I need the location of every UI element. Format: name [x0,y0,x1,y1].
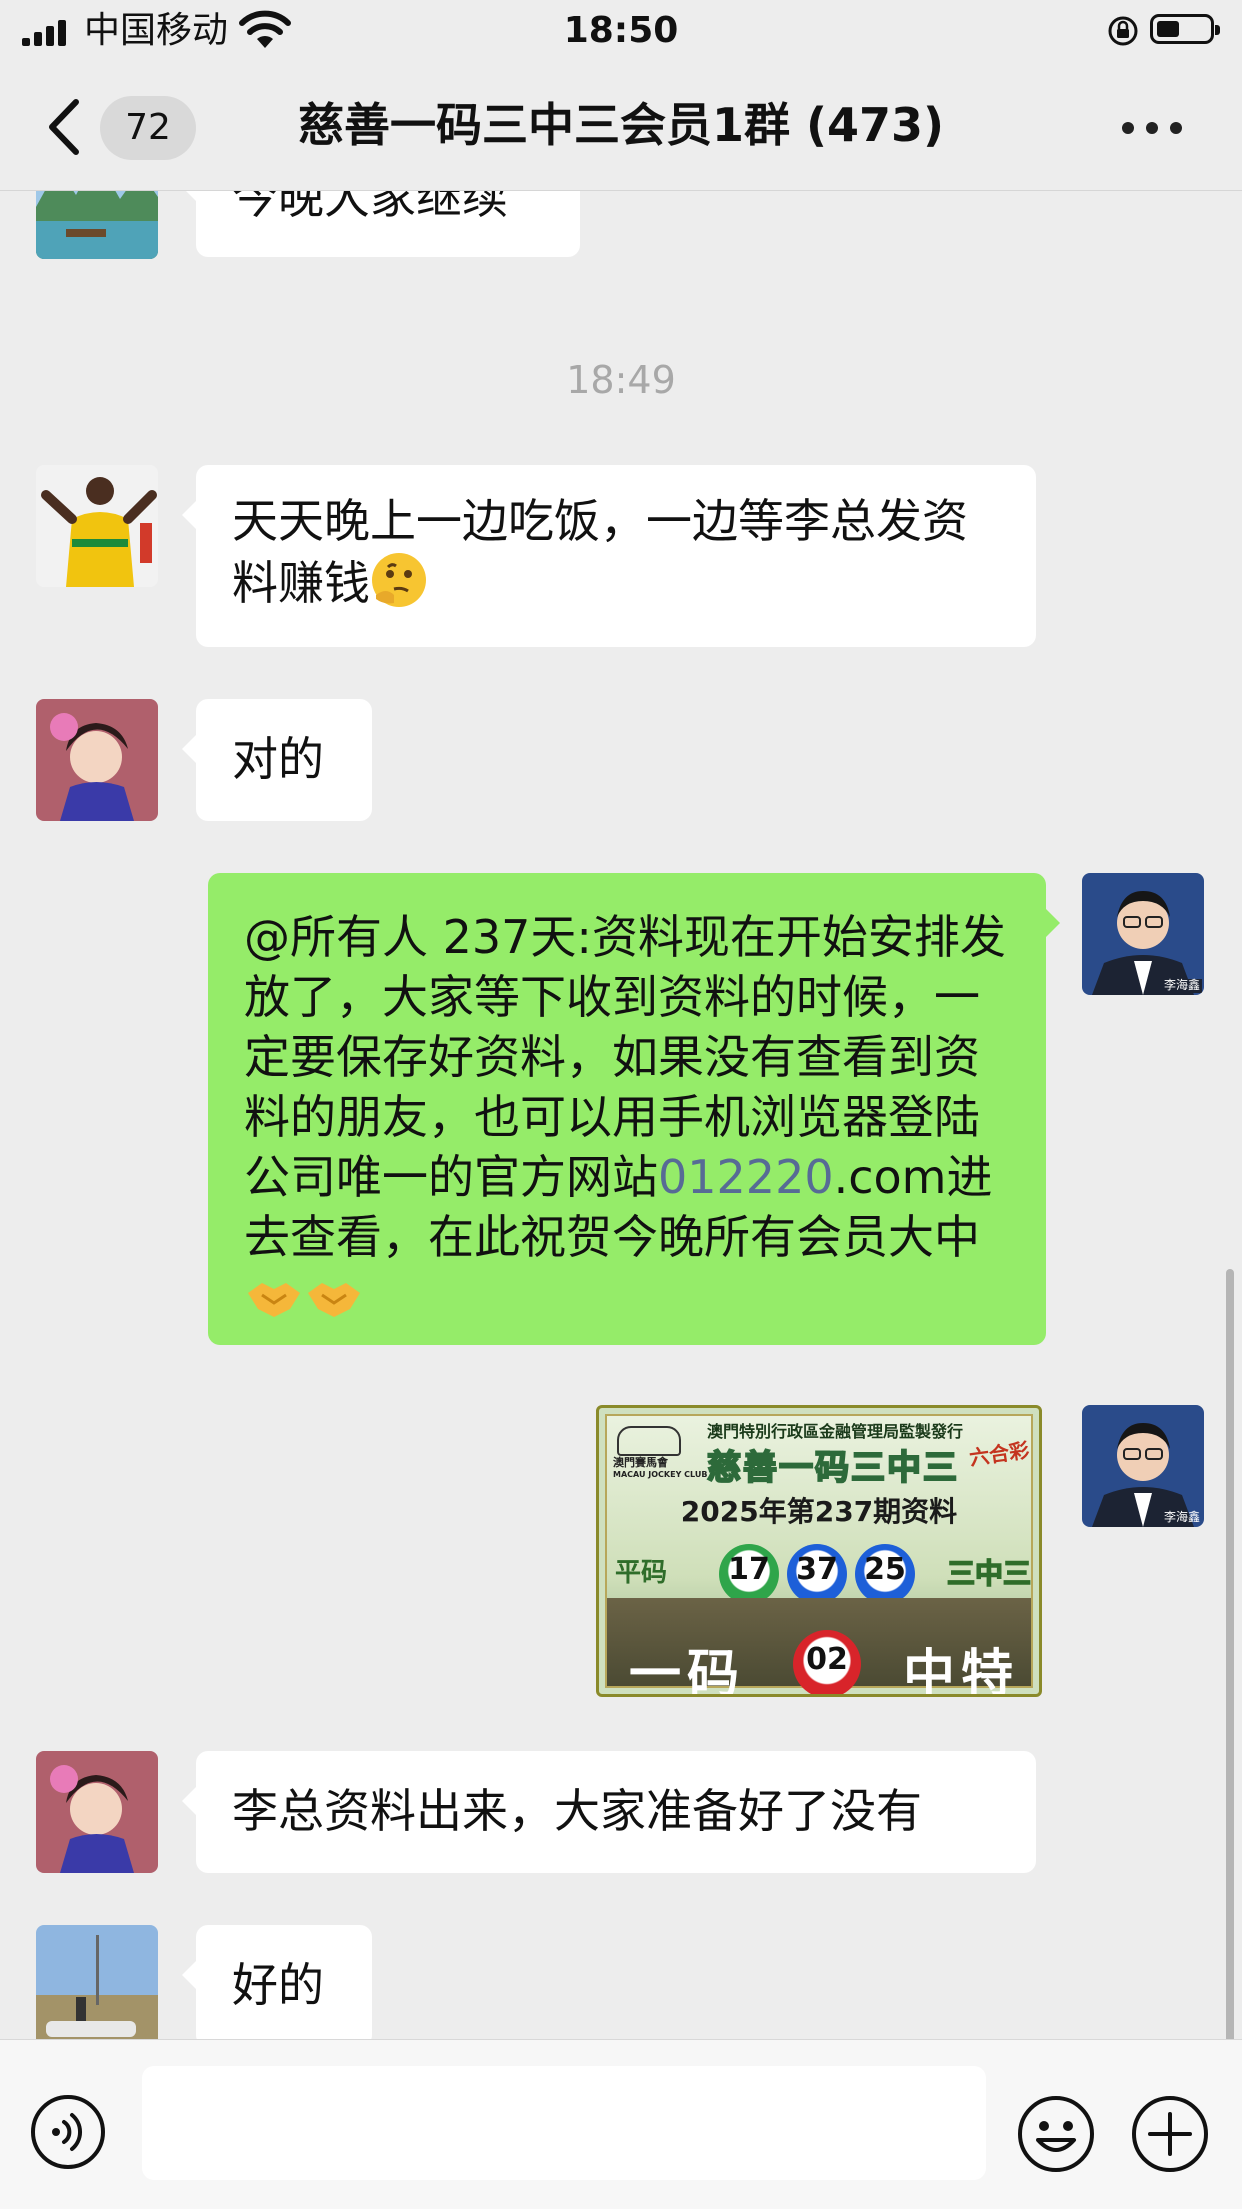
message-list[interactable]: 今晚大家继续 18:49 天天晚上一边吃饭，一边等李总发资料赚钱 对的 @所有人… [0,191,1242,2039]
field-avatar[interactable] [36,1925,158,2039]
more-options-icon[interactable] [1122,122,1182,136]
message-bubble[interactable]: 天天晚上一边吃饭，一边等李总发资料赚钱 [182,465,1036,647]
image-title: 慈善一码三中三 [706,1447,959,1489]
time-separator: 18:49 [566,358,676,402]
message-text: 今晚大家继续 [232,191,508,224]
plus-icon[interactable] [1130,2094,1210,2174]
message-text: 对的 [232,732,324,786]
number-ball: 25 [855,1544,915,1604]
message-text: 天天晚上一边吃饭，一边等李总发资料赚钱 [232,494,968,610]
image-header: 澳門特別行政區金融管理局監製發行 [707,1422,964,1441]
pingma-label: 平码 [615,1558,668,1588]
message-bubble[interactable]: 对的 [182,699,372,821]
man-suit-avatar[interactable]: 李海鑫 [1082,873,1204,995]
message-bubble[interactable]: 李总资料出来，大家准备好了没有 [182,1751,1036,1873]
sanzhong-label: 三中三 [946,1556,1032,1591]
back-icon[interactable] [40,94,90,160]
input-bar [0,2039,1242,2209]
status-bar: 中国移动 18:50 [0,0,1242,62]
outgoing-message-bubble[interactable]: @所有人 237天:资料现在开始安排发放了，大家等下收到资料的时候，一定要保存好… [208,873,1060,1345]
club-name-cn: 澳門賽馬會 [613,1456,668,1469]
number-ball: 17 [719,1544,779,1604]
avatar-caption: 李海鑫 [1163,978,1200,992]
lottery-image-message[interactable]: 澳門賽馬會 MACAU JOCKEY CLUB 澳門特別行政區金融管理局監製發行… [596,1405,1042,1697]
scrollbar[interactable] [1226,1269,1234,2039]
handshake-icon [248,1283,300,1317]
zhongte-label: 中特 [903,1645,1020,1697]
handshake-icon [308,1283,360,1317]
message-text: 李总资料出来，大家准备好了没有 [232,1784,922,1838]
message-text: 好的 [232,1958,324,2012]
chat-title: 慈善一码三中三会员1群 (473) [297,98,945,152]
landscape-avatar[interactable] [36,191,158,259]
number-ball: 37 [787,1544,847,1604]
period-label: 2025年第237期资料 [680,1495,958,1528]
status-time: 18:50 [563,10,679,51]
jockey-club-logo [617,1426,681,1456]
club-name-en: MACAU JOCKEY CLUB [613,1470,708,1479]
message-bubble[interactable]: 好的 [182,1925,372,2039]
message-input[interactable] [142,2066,986,2180]
man-suit-avatar[interactable]: 李海鑫 [1082,1405,1204,1527]
woman-avatar[interactable] [36,1751,158,1873]
yima-label: 一码 [629,1645,746,1697]
message-bubble[interactable]: 今晚大家继续 [182,191,580,257]
chat-header: 72 慈善一码三中三会员1群 (473) [0,62,1242,191]
athlete-avatar[interactable] [36,465,158,587]
emoji-icon[interactable] [1016,2094,1096,2174]
special-ball: 02 [793,1630,861,1694]
unread-count-badge[interactable]: 72 [100,96,196,160]
thinking-face-icon [372,553,426,607]
battery-icon [1150,14,1220,44]
rotation-lock-icon [1108,16,1138,46]
woman-avatar[interactable] [36,699,158,821]
avatar-caption: 李海鑫 [1163,1510,1200,1524]
website-link[interactable]: 012220 [658,1150,834,1204]
mark-six-badge: 六合彩 [967,1437,1031,1471]
voice-input-icon[interactable] [30,2094,106,2170]
